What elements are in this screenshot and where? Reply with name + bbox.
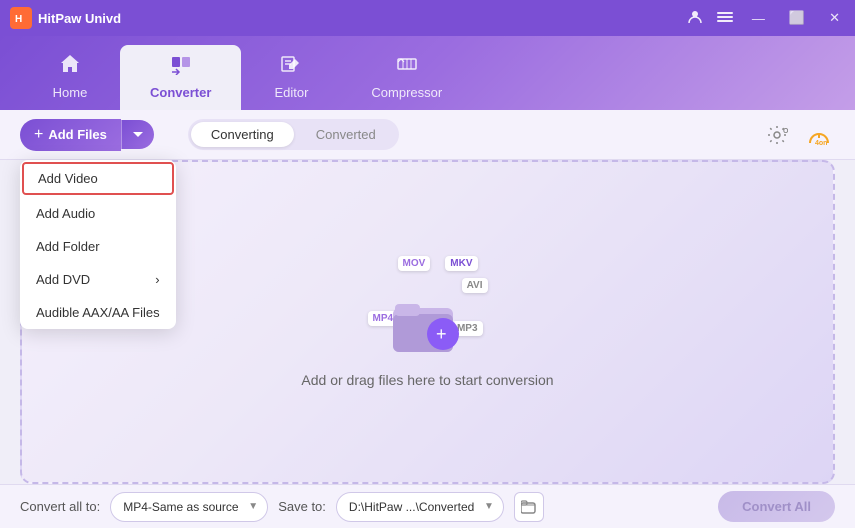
user-icon[interactable]: [687, 9, 703, 28]
app-logo: H HitPaw Univd: [10, 7, 121, 29]
browse-folder-button[interactable]: [514, 492, 544, 522]
add-files-dropdown-button[interactable]: [121, 120, 154, 149]
title-bar: H HitPaw Univd — ⬜ ✕: [0, 0, 855, 36]
svg-text:ON: ON: [783, 128, 788, 135]
compressor-icon: [396, 53, 418, 81]
converter-icon: [170, 53, 192, 81]
bottom-bar: Convert all to: MP4-Same as source ▼ Sav…: [0, 484, 855, 528]
hamburger-icon[interactable]: [717, 9, 733, 28]
close-button[interactable]: ✕: [824, 8, 845, 28]
add-dvd-label: Add DVD: [36, 272, 90, 287]
save-path-wrapper: D:\HitPaw ...\Converted ▼: [336, 492, 504, 522]
tab-home[interactable]: Home: [20, 45, 120, 110]
dropdown-item-add-video[interactable]: Add Video: [22, 162, 174, 195]
plus-icon: +: [34, 126, 43, 144]
dropdown-item-add-audio[interactable]: Add Audio: [20, 197, 176, 230]
convert-all-to-label: Convert all to:: [20, 499, 100, 514]
add-folder-label: Add Folder: [36, 239, 100, 254]
maximize-button[interactable]: ⬜: [784, 8, 810, 28]
tab-home-label: Home: [53, 85, 88, 100]
format-badge-mkv: MKV: [445, 256, 477, 271]
speed-icon-button[interactable]: 4on: [803, 119, 835, 151]
audible-label: Audible AAX/AA Files: [36, 305, 160, 320]
add-audio-label: Add Audio: [36, 206, 95, 221]
add-files-label: Add Files: [48, 127, 107, 142]
tab-converter[interactable]: Converter: [120, 45, 241, 110]
title-bar-controls: — ⬜ ✕: [687, 8, 845, 28]
title-bar-left: H HitPaw Univd: [10, 7, 121, 29]
convert-all-button[interactable]: Convert All: [718, 491, 835, 522]
drop-area-text: Add or drag files here to start conversi…: [301, 372, 553, 388]
home-icon: [59, 53, 81, 81]
tab-editor[interactable]: Editor: [241, 45, 341, 110]
tab-compressor[interactable]: Compressor: [341, 45, 472, 110]
svg-text:+: +: [436, 324, 447, 344]
save-path-select[interactable]: D:\HitPaw ...\Converted: [336, 492, 504, 522]
add-files-dropdown-menu: Add Video Add Audio Add Folder Add DVD ›…: [20, 160, 176, 329]
format-badge-avi: AVI: [462, 278, 488, 293]
dropdown-item-add-folder[interactable]: Add Folder: [20, 230, 176, 263]
drop-area-illustration: MOV MKV AVI MP4 MP3 +: [368, 256, 488, 356]
nav-bar: Home Converter Editor: [0, 36, 855, 110]
dropdown-item-audible[interactable]: Audible AAX/AA Files: [20, 296, 176, 329]
app-logo-icon: H: [10, 7, 32, 29]
editor-icon: [280, 53, 302, 81]
add-files-group: + Add Files: [20, 119, 154, 151]
settings-icon-button[interactable]: ON: [761, 119, 793, 151]
format-select-wrapper: MP4-Same as source ▼: [110, 492, 268, 522]
dropdown-item-add-dvd[interactable]: Add DVD ›: [20, 263, 176, 296]
add-video-label: Add Video: [38, 171, 98, 186]
convert-tab-group: Converting Converted: [188, 119, 399, 150]
tab-compressor-label: Compressor: [371, 85, 442, 100]
add-dvd-arrow: ›: [155, 272, 159, 287]
toolbar-right: ON 4on: [761, 119, 835, 151]
format-select[interactable]: MP4-Same as source: [110, 492, 268, 522]
app-name: HitPaw Univd: [38, 11, 121, 26]
converting-tab[interactable]: Converting: [191, 122, 294, 147]
svg-text:H: H: [15, 14, 22, 25]
format-badge-mov: MOV: [398, 256, 431, 271]
converted-tab[interactable]: Converted: [296, 122, 396, 147]
save-to-label: Save to:: [278, 499, 326, 514]
svg-text:4on: 4on: [815, 140, 827, 146]
add-files-button[interactable]: + Add Files: [20, 119, 121, 151]
tab-editor-label: Editor: [274, 85, 308, 100]
minimize-button[interactable]: —: [747, 9, 770, 28]
toolbar: + Add Files Converting Converted ON 4on: [0, 110, 855, 160]
tab-converter-label: Converter: [150, 85, 211, 100]
